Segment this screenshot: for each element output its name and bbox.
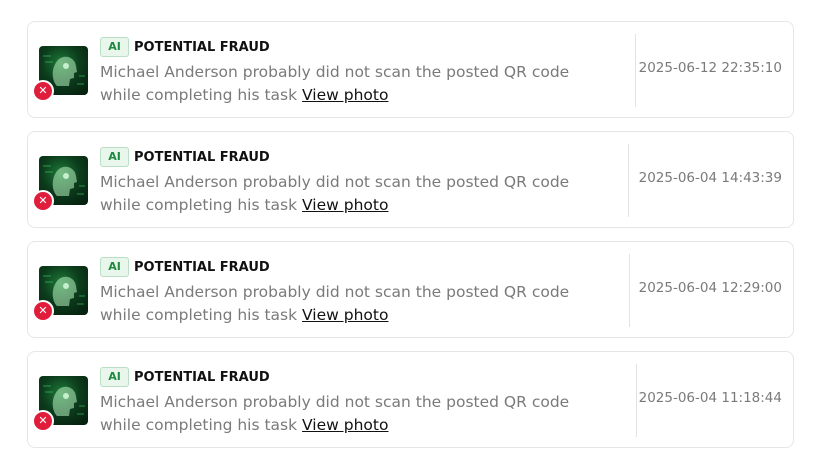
ai-tag: AI <box>100 37 129 57</box>
message-line-1: Michael Anderson probably did not scan t… <box>100 283 570 301</box>
error-x-icon: ✕ <box>32 80 54 102</box>
notification-header: AI POTENTIAL FRAUD <box>100 256 610 278</box>
notification-card: ✕ AI POTENTIAL FRAUD Michael Anderson pr… <box>27 241 794 338</box>
message-line-2: while completing his task <box>100 306 298 324</box>
notification-message: Michael Anderson probably did not scan t… <box>100 391 610 437</box>
error-x-icon: ✕ <box>32 190 54 212</box>
notification-content: AI POTENTIAL FRAUD Michael Anderson prob… <box>100 146 610 217</box>
notification-message: Michael Anderson probably did not scan t… <box>100 171 610 217</box>
notification-card: ✕ AI POTENTIAL FRAUD Michael Anderson pr… <box>27 21 794 118</box>
ai-tag: AI <box>100 257 129 277</box>
ai-tag: AI <box>100 147 129 167</box>
notification-header: AI POTENTIAL FRAUD <box>100 366 610 388</box>
view-photo-link[interactable]: View photo <box>302 416 388 434</box>
message-line-2: while completing his task <box>100 86 298 104</box>
notification-header: AI POTENTIAL FRAUD <box>100 146 610 168</box>
notification-content: AI POTENTIAL FRAUD Michael Anderson prob… <box>100 366 610 437</box>
notification-title: POTENTIAL FRAUD <box>134 369 270 385</box>
divider <box>635 34 636 107</box>
error-x-icon: ✕ <box>32 410 54 432</box>
notification-title: POTENTIAL FRAUD <box>134 39 270 55</box>
view-photo-link[interactable]: View photo <box>302 86 388 104</box>
message-line-1: Michael Anderson probably did not scan t… <box>100 63 570 81</box>
divider <box>629 254 630 327</box>
timestamp: 2025-06-04 14:43:39 <box>638 170 782 186</box>
timestamp: 2025-06-04 11:18:44 <box>638 390 782 406</box>
error-x-icon: ✕ <box>32 300 54 322</box>
notification-card: ✕ AI POTENTIAL FRAUD Michael Anderson pr… <box>27 131 794 228</box>
view-photo-link[interactable]: View photo <box>302 306 388 324</box>
ai-tag: AI <box>100 367 129 387</box>
notification-list: ✕ AI POTENTIAL FRAUD Michael Anderson pr… <box>0 0 821 468</box>
notification-content: AI POTENTIAL FRAUD Michael Anderson prob… <box>100 256 610 327</box>
message-line-2: while completing his task <box>100 196 298 214</box>
timestamp: 2025-06-12 22:35:10 <box>638 60 782 76</box>
message-line-2: while completing his task <box>100 416 298 434</box>
notification-message: Michael Anderson probably did not scan t… <box>100 281 610 327</box>
message-line-1: Michael Anderson probably did not scan t… <box>100 173 570 191</box>
notification-title: POTENTIAL FRAUD <box>134 149 270 165</box>
notification-message: Michael Anderson probably did not scan t… <box>100 61 610 107</box>
timestamp: 2025-06-04 12:29:00 <box>638 280 782 296</box>
notification-header: AI POTENTIAL FRAUD <box>100 36 610 58</box>
divider <box>636 364 637 437</box>
message-line-1: Michael Anderson probably did not scan t… <box>100 393 570 411</box>
notification-content: AI POTENTIAL FRAUD Michael Anderson prob… <box>100 36 610 107</box>
divider <box>628 144 629 217</box>
notification-card: ✕ AI POTENTIAL FRAUD Michael Anderson pr… <box>27 351 794 448</box>
notification-title: POTENTIAL FRAUD <box>134 259 270 275</box>
view-photo-link[interactable]: View photo <box>302 196 388 214</box>
